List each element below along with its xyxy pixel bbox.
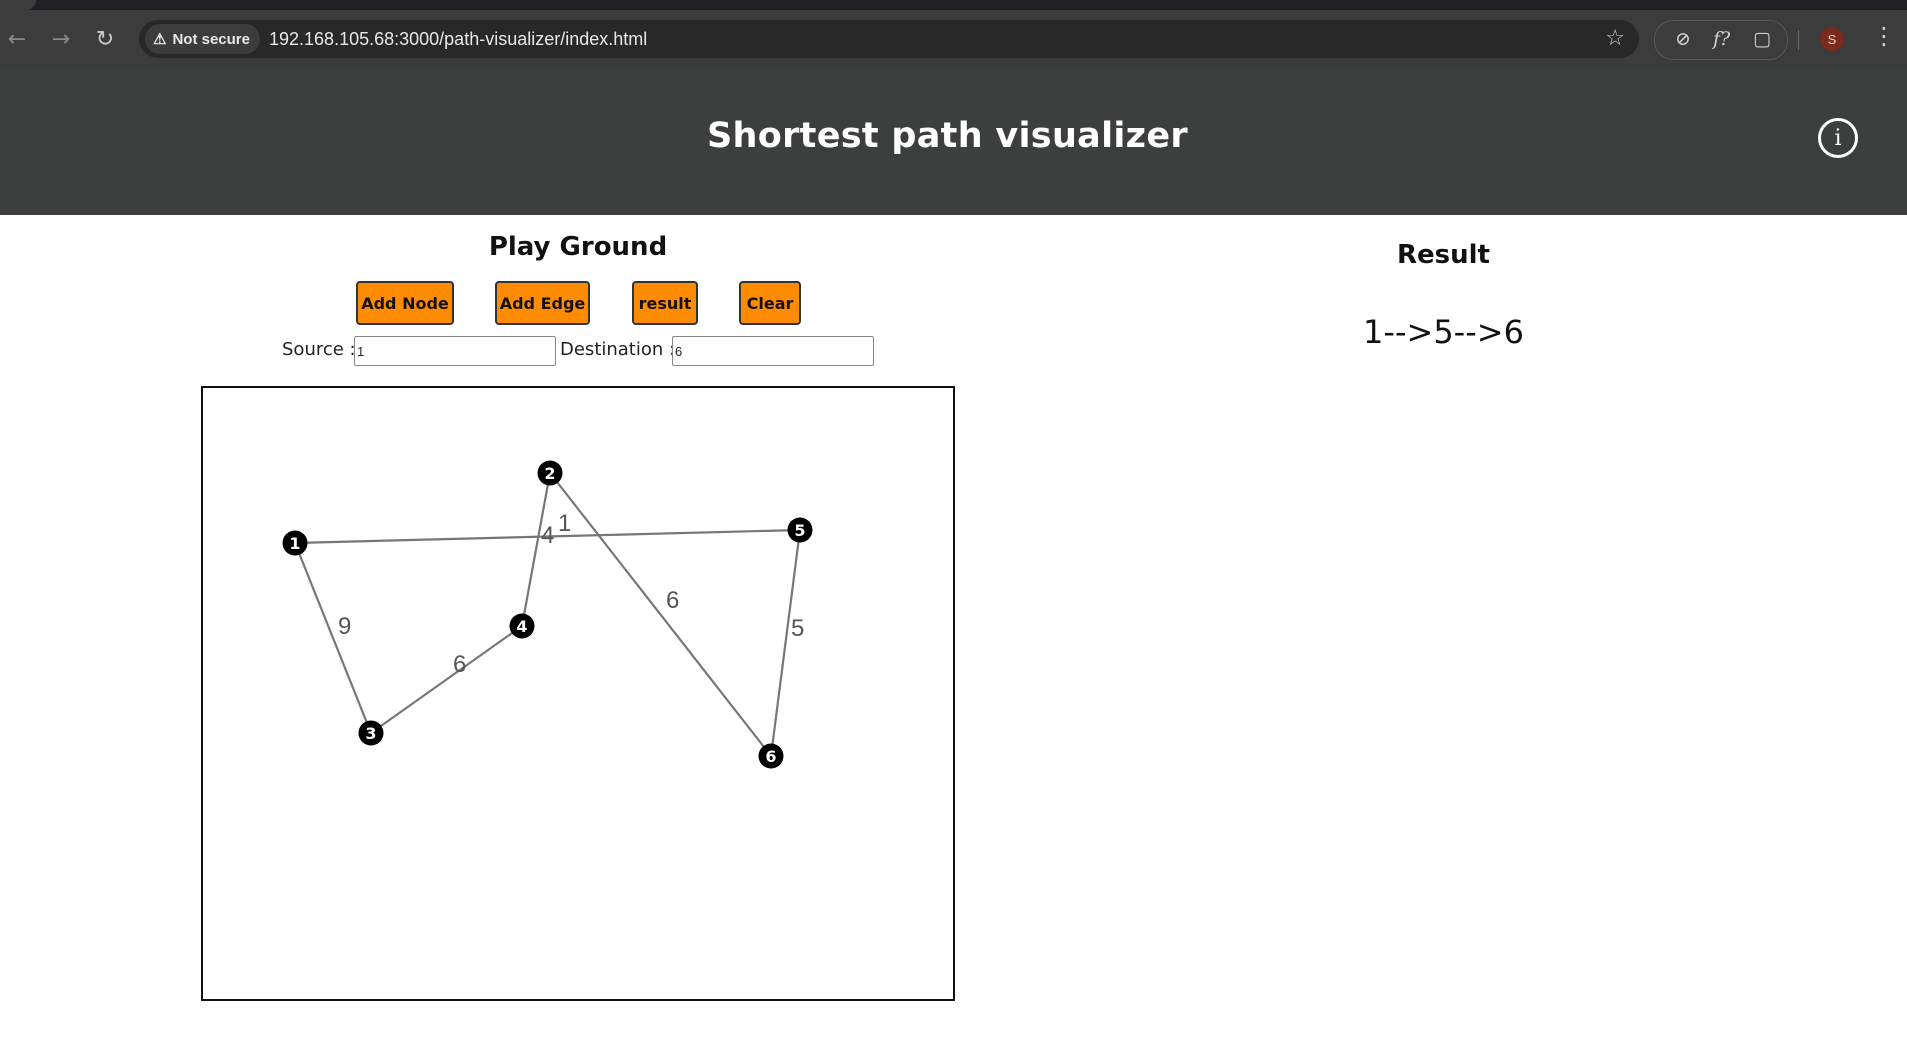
browser-chrome: ← → ↻ ⚠ Not secure 192.168.105.68:3000/p… [0,0,1907,68]
app-header: Shortest path visualizer i [0,68,1907,215]
node-label: 2 [544,464,555,483]
security-chip[interactable]: ⚠ Not secure [145,24,260,54]
graph-edge-2-6[interactable] [549,472,772,757]
browser-menu-icon[interactable]: ⋮ [1872,22,1896,50]
edge-weight-label: 6 [666,587,679,614]
graph-canvas[interactable]: 1 9 6 4 6 5 1 2 3 4 5 6 [201,386,955,1001]
bookmark-star-icon[interactable]: ☆ [1605,26,1625,51]
reload-icon[interactable]: ↻ [90,24,120,54]
font-finder-icon[interactable]: f? [1713,28,1730,50]
edge-weight-label: 9 [338,613,351,640]
graph-edge-5-6[interactable] [769,529,802,757]
node-label: 6 [765,747,776,766]
clear-button[interactable]: Clear [739,281,801,325]
extensions-group: ⊘ f? ▢ [1654,20,1788,60]
toolbar-divider [1798,30,1799,50]
graph-edge-4-2[interactable] [520,472,552,627]
add-edge-button[interactable]: Add Edge [495,281,590,325]
edge-weight-label: 6 [453,651,466,678]
node-label: 5 [794,521,805,540]
forward-icon[interactable]: → [46,24,76,54]
graph-node-3[interactable]: 3 [358,720,384,746]
node-label: 1 [289,534,300,553]
tab-strip [0,0,1907,10]
edge-weight-label: 5 [791,615,804,642]
address-bar[interactable]: ⚠ Not secure 192.168.105.68:3000/path-vi… [139,20,1639,58]
edge-weight-label: 4 [541,522,554,549]
warning-icon: ⚠ [153,31,167,48]
source-input[interactable] [354,336,556,366]
security-label: Not secure [172,30,250,48]
info-icon[interactable]: i [1818,118,1858,158]
back-icon[interactable]: ← [2,24,32,54]
result-title: Result [1397,240,1490,270]
url-text[interactable]: 192.168.105.68:3000/path-visualizer/inde… [269,29,647,50]
node-label: 3 [365,724,376,743]
playground-title: Play Ground [488,232,668,262]
result-button[interactable]: result [632,281,698,325]
graph-edge-1-3[interactable] [293,542,373,734]
destination-label: Destination : [560,339,676,360]
graph-node-6[interactable]: 6 [758,743,784,769]
result-path: 1-->5-->6 [1363,313,1524,351]
page-title: Shortest path visualizer [707,116,1188,156]
graph-node-1[interactable]: 1 [282,530,308,556]
destination-input[interactable] [672,336,874,366]
graph-node-4[interactable]: 4 [509,613,535,639]
graph-svg[interactable]: 1 9 6 4 6 5 1 2 3 4 5 6 [203,388,953,999]
add-node-button[interactable]: Add Node [356,281,454,325]
graph-node-2[interactable]: 2 [537,460,563,486]
graph-edge-3-4[interactable] [370,625,523,734]
edge-weight-label: 1 [558,510,571,537]
extensions-puzzle-icon[interactable]: ▢ [1753,28,1771,50]
profile-avatar[interactable]: S [1820,27,1844,51]
graph-node-5[interactable]: 5 [787,517,813,543]
tab-corner [0,0,36,10]
source-label: Source : [282,339,356,360]
tracking-off-icon[interactable]: ⊘ [1675,28,1691,50]
node-label: 4 [516,617,527,636]
